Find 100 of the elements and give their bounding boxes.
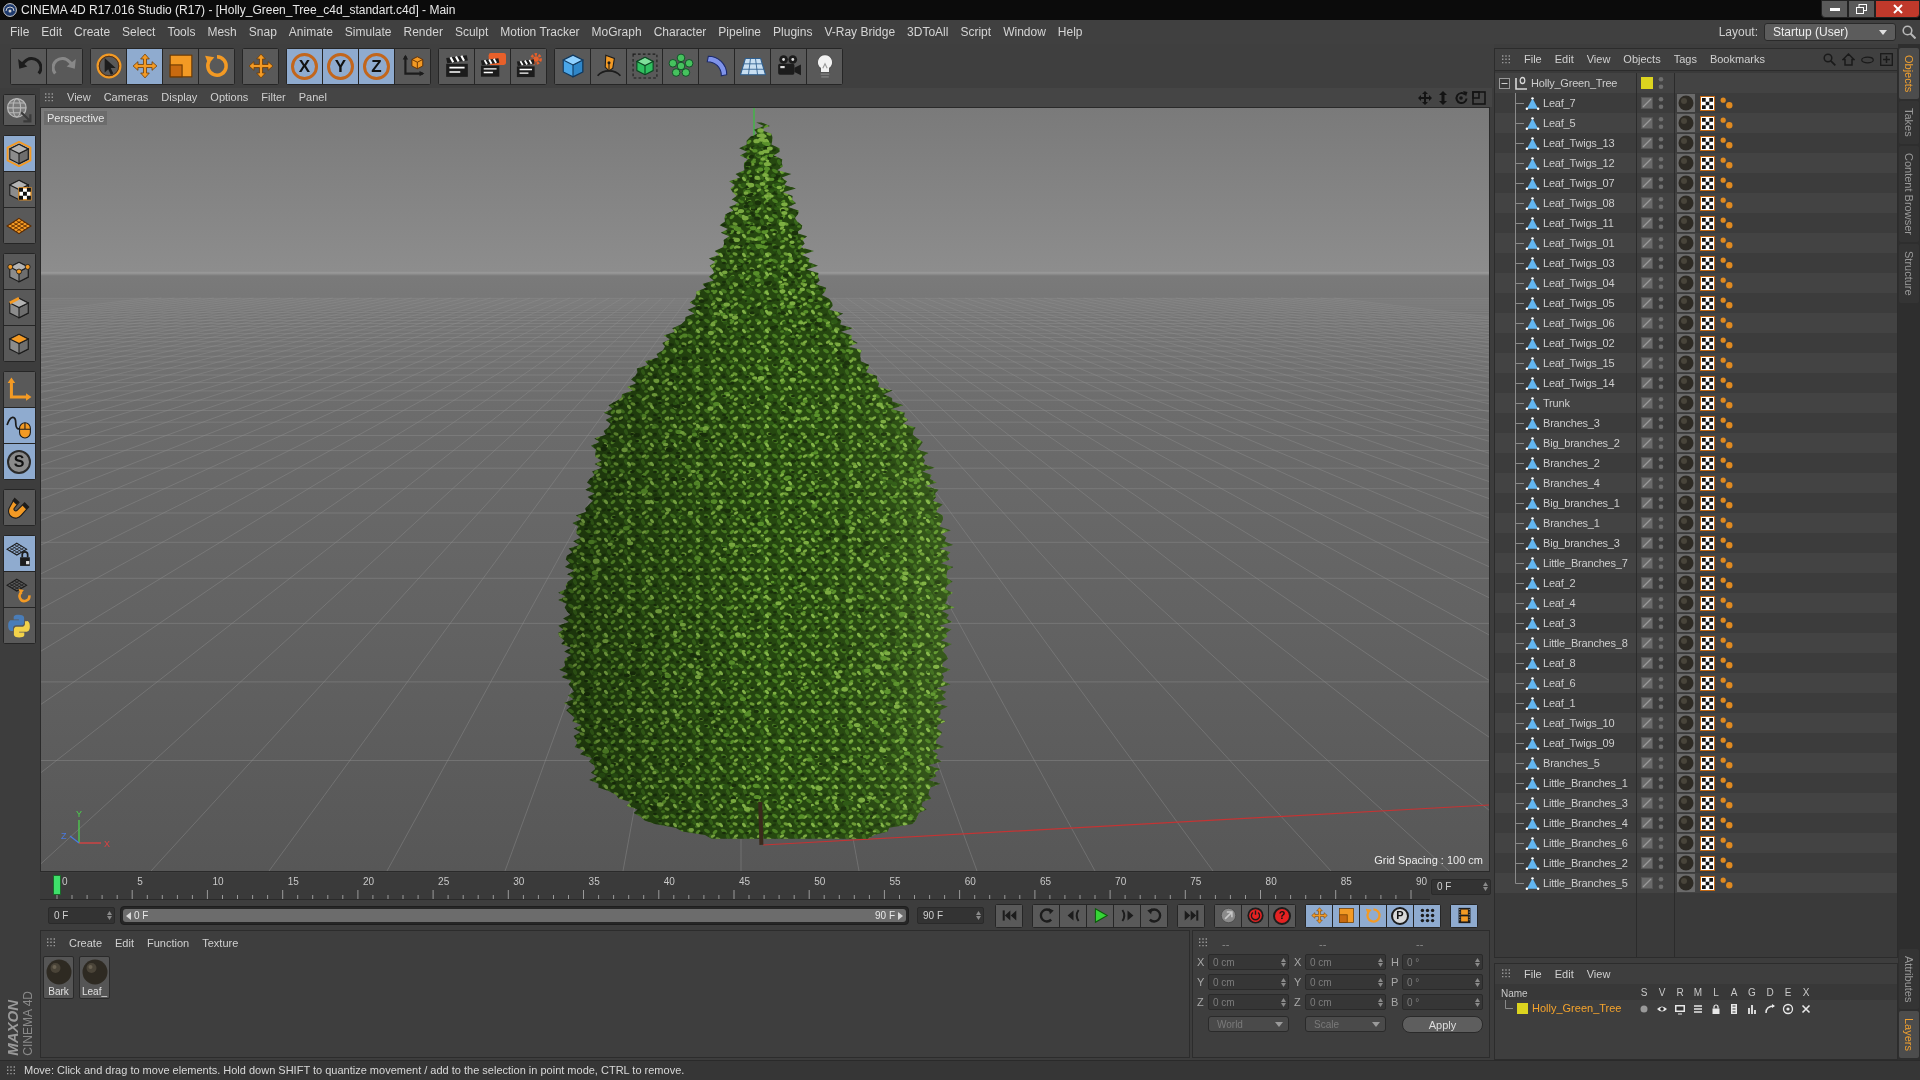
end-frame-field[interactable]: 90 F — [917, 907, 984, 924]
rotate-tool-button[interactable] — [199, 48, 234, 84]
pen-tool-button[interactable] — [591, 48, 626, 84]
key-position-button[interactable] — [1306, 904, 1332, 927]
menu-item[interactable]: 3DToAll — [907, 23, 949, 41]
keyframe-button[interactable] — [1215, 904, 1241, 927]
side-tab[interactable]: Layers — [1899, 1010, 1919, 1058]
menu-item[interactable]: File — [10, 23, 30, 41]
grip-icon[interactable] — [46, 938, 56, 948]
menu-item[interactable]: View — [1586, 965, 1611, 983]
collapse-icon[interactable] — [1499, 77, 1510, 89]
menu-item[interactable]: Plugins — [773, 23, 813, 41]
key-rotation-button[interactable] — [1360, 904, 1386, 927]
grip-icon[interactable] — [1501, 969, 1511, 979]
menu-item[interactable]: Render — [403, 23, 443, 41]
grip-icon[interactable] — [6, 1065, 16, 1076]
menu-item[interactable]: Filter — [261, 89, 286, 106]
menu-item[interactable]: Bookmarks — [1709, 51, 1765, 68]
timeline-button[interactable] — [1451, 904, 1477, 927]
menu-item[interactable]: Function — [147, 934, 190, 952]
side-tab[interactable]: Objects — [1899, 48, 1919, 100]
start-frame-field[interactable]: 0 F — [48, 907, 115, 924]
minimize-button[interactable] — [1821, 0, 1848, 18]
material-tile[interactable]: Bark — [43, 956, 74, 999]
record-button[interactable] — [1242, 904, 1268, 927]
deformer-button[interactable] — [699, 48, 734, 84]
bars-icon[interactable] — [1746, 1002, 1758, 1015]
menu-item[interactable]: Edit — [1554, 965, 1574, 983]
menu-item[interactable]: Mesh — [207, 23, 237, 41]
grip-icon[interactable] — [1501, 54, 1511, 65]
grip-icon[interactable] — [1198, 938, 1208, 948]
menu-item[interactable]: Create — [69, 934, 103, 952]
axis-mode-button[interactable] — [3, 372, 35, 407]
select-tool-button[interactable] — [91, 48, 126, 84]
cube-button[interactable] — [555, 48, 590, 84]
close-button[interactable] — [1875, 0, 1920, 18]
menu-item[interactable]: Cameras — [103, 89, 149, 106]
menu-item[interactable]: Pipeline — [718, 23, 762, 41]
edges-mode-button[interactable] — [3, 290, 35, 325]
tweak-mode-button[interactable] — [3, 408, 35, 443]
menu-item[interactable]: Window — [1003, 23, 1046, 41]
menu-item[interactable]: Character — [653, 23, 707, 41]
snap-button[interactable]: S — [3, 444, 35, 479]
axis-lock-button[interactable]: Y — [323, 48, 358, 84]
menu-item[interactable]: Texture — [202, 934, 239, 952]
film-icon[interactable] — [1728, 1002, 1740, 1015]
menu-item[interactable]: Animate — [288, 23, 333, 41]
list-icon[interactable] — [1692, 1002, 1704, 1015]
menu-item[interactable]: File — [1524, 965, 1542, 983]
playhead[interactable] — [53, 875, 61, 895]
side-tab[interactable]: Takes — [1899, 101, 1919, 145]
points-mode-button[interactable] — [3, 254, 35, 289]
material-tile[interactable]: Leaf_ — [79, 956, 110, 999]
bent-arrow-icon[interactable] — [1764, 1002, 1776, 1015]
layer-color-swatch[interactable] — [1641, 77, 1653, 89]
menu-item[interactable]: Snap — [248, 23, 277, 41]
render-button[interactable] — [475, 48, 510, 84]
target-icon[interactable] — [1782, 1002, 1794, 1015]
menu-item[interactable]: Help — [1057, 23, 1083, 41]
floor-button[interactable] — [735, 48, 770, 84]
menu-item[interactable]: Motion Tracker — [500, 23, 580, 41]
menu-item[interactable]: Edit — [1554, 51, 1574, 68]
key-pla-button[interactable] — [1414, 904, 1440, 927]
go-to-end-button[interactable] — [1178, 904, 1204, 927]
model-mode-button[interactable] — [3, 136, 35, 171]
cross-icon[interactable] — [1800, 1002, 1812, 1015]
grip-icon[interactable] — [44, 92, 54, 103]
undo-button[interactable] — [11, 48, 46, 84]
render-settings-button[interactable] — [511, 48, 546, 84]
make-editable-button[interactable] — [3, 95, 35, 125]
layer-color-swatch[interactable] — [1517, 1003, 1528, 1014]
side-tab[interactable]: Attributes — [1899, 948, 1919, 1009]
magnet-button[interactable] — [3, 490, 35, 525]
coordinate-system-button[interactable] — [395, 48, 430, 84]
search-icon[interactable] — [1902, 25, 1916, 39]
current-frame-field[interactable]: 0 F — [1431, 878, 1491, 895]
scale-tool-button[interactable] — [163, 48, 198, 84]
menu-item[interactable]: Select — [122, 23, 156, 41]
monitor-icon[interactable] — [1674, 1002, 1686, 1015]
side-tab[interactable]: Structure — [1899, 244, 1919, 303]
menu-item[interactable]: Create — [74, 23, 111, 41]
menu-item[interactable]: Script — [960, 23, 992, 41]
render-view-button[interactable] — [439, 48, 474, 84]
lock-workplane-button[interactable] — [3, 536, 35, 571]
light-button[interactable] — [807, 48, 842, 84]
menu-item[interactable]: View — [67, 89, 91, 106]
menu-item[interactable]: Panel — [298, 89, 327, 106]
previous-frame-button[interactable] — [1033, 904, 1059, 927]
menu-item[interactable]: File — [1524, 51, 1542, 68]
key-scale-button[interactable] — [1333, 904, 1359, 927]
axis-lock-button[interactable]: X — [287, 48, 322, 84]
timeline-ruler[interactable]: 0 5 10 15 20 25 30 35 40 45 50 55 60 65 70 75 80 85 90 — [40, 873, 1430, 900]
grid-rotate-button[interactable] — [3, 572, 35, 607]
menu-item[interactable]: MoGraph — [591, 23, 642, 41]
menu-item[interactable]: View — [1586, 51, 1611, 68]
menu-item[interactable]: Display — [161, 89, 198, 106]
layout-dropdown[interactable]: Startup (User) — [1764, 23, 1896, 41]
workplane-mode-button[interactable] — [3, 208, 35, 243]
polygons-mode-button[interactable] — [3, 326, 35, 361]
texture-mode-button[interactable] — [3, 172, 35, 207]
